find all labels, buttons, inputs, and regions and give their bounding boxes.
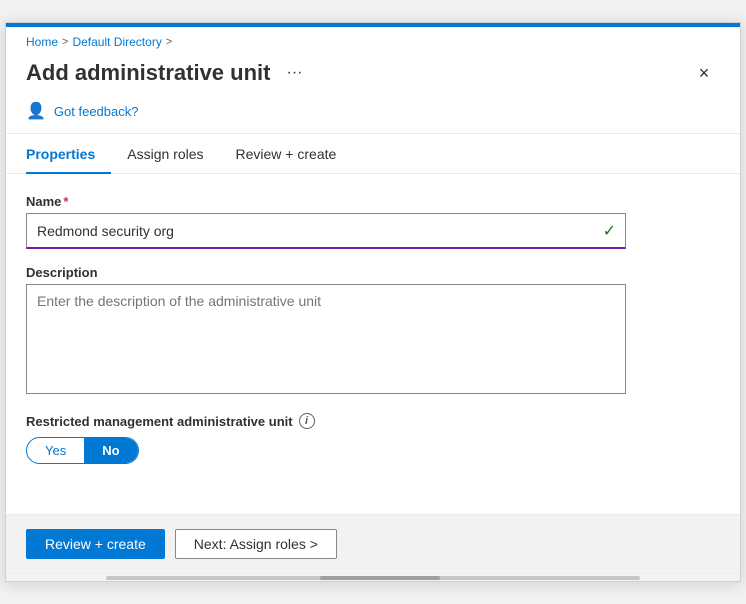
description-field-group: Description (26, 265, 720, 397)
feedback-row[interactable]: 👤 Got feedback? (6, 101, 740, 133)
name-input[interactable] (26, 213, 626, 249)
footer: Review + create Next: Assign roles > (6, 514, 740, 573)
close-button[interactable]: × (688, 57, 720, 89)
breadcrumb-directory[interactable]: Default Directory (72, 35, 161, 49)
review-create-button[interactable]: Review + create (26, 529, 165, 559)
feedback-icon: 👤 (26, 101, 46, 121)
breadcrumb-sep1: > (62, 36, 68, 48)
name-check-icon: ✓ (603, 221, 616, 241)
description-input[interactable] (26, 284, 626, 394)
header-row: Add administrative unit ··· × (6, 53, 740, 101)
toggle-group: Yes No (26, 437, 139, 464)
toggle-no-button[interactable]: No (84, 438, 137, 463)
tab-review-create[interactable]: Review + create (220, 134, 353, 174)
modal-container: Home > Default Directory > Add administr… (5, 22, 741, 582)
breadcrumb-home[interactable]: Home (26, 35, 58, 49)
breadcrumb-sep2: > (166, 36, 172, 48)
page-title: Add administrative unit (26, 60, 270, 86)
scrollbar-row (6, 573, 740, 581)
title-area: Add administrative unit ··· (26, 59, 308, 87)
next-assign-roles-button[interactable]: Next: Assign roles > (175, 529, 337, 559)
breadcrumb: Home > Default Directory > (6, 27, 740, 53)
tabs-row: Properties Assign roles Review + create (6, 134, 740, 174)
restricted-field-group: Restricted management administrative uni… (26, 413, 720, 464)
form-area: Name* ✓ Description Restricted managemen… (6, 174, 740, 514)
description-label: Description (26, 265, 720, 280)
info-icon[interactable]: i (299, 413, 315, 429)
tab-properties[interactable]: Properties (26, 134, 111, 174)
tab-assign-roles[interactable]: Assign roles (111, 134, 219, 174)
name-required: * (63, 194, 68, 209)
restricted-label: Restricted management administrative uni… (26, 413, 720, 429)
name-label: Name* (26, 194, 720, 209)
name-input-wrapper: ✓ (26, 213, 626, 249)
name-field-group: Name* ✓ (26, 194, 720, 249)
scrollbar-track (106, 576, 640, 580)
scrollbar-thumb[interactable] (320, 576, 440, 580)
ellipsis-button[interactable]: ··· (280, 59, 308, 87)
toggle-yes-button[interactable]: Yes (27, 438, 84, 463)
feedback-label: Got feedback? (54, 104, 139, 119)
